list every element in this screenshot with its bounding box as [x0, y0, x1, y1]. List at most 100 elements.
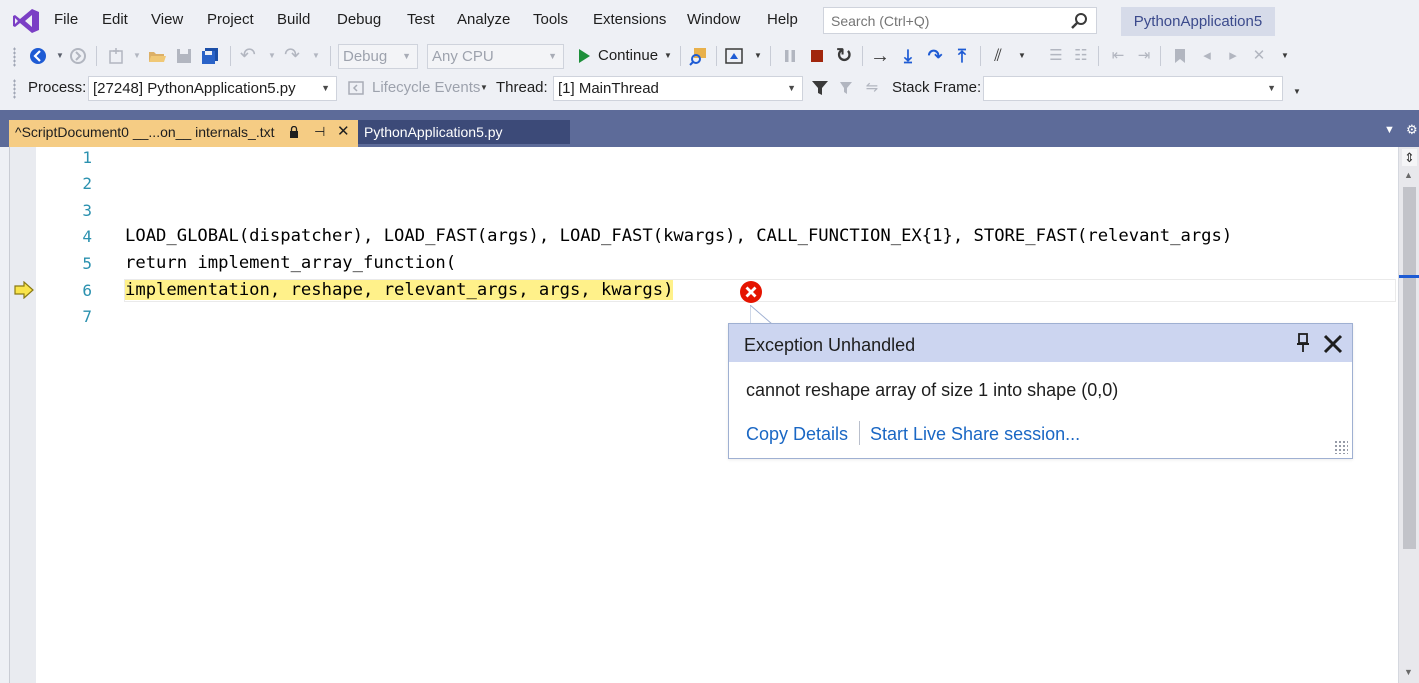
redo-icon[interactable]: ↷	[282, 46, 302, 66]
chevron-down-icon[interactable]: ▼	[658, 46, 678, 66]
vertical-scrollbar[interactable]: ⇕ ▲ ▼	[1398, 147, 1419, 683]
stop-icon[interactable]	[807, 46, 827, 66]
toolbar-separator	[770, 46, 771, 66]
instruction-pointer-icon[interactable]	[13, 281, 35, 299]
indicator-margin[interactable]	[10, 147, 36, 683]
chevron-down-icon[interactable]: ▼	[262, 46, 282, 66]
resize-grip[interactable]	[1334, 440, 1348, 454]
chevron-down-icon[interactable]: ▼	[306, 46, 326, 66]
solution-name-badge[interactable]: PythonApplication5	[1121, 7, 1275, 36]
thread-combo[interactable]: [1] MainThread ▼	[553, 76, 803, 101]
tab-dropdown-icon[interactable]: ▼	[1384, 124, 1395, 136]
search-box[interactable]	[823, 7, 1097, 34]
step-into-icon[interactable]: ⤓	[898, 46, 918, 66]
previous-bookmark-icon[interactable]: ◂	[1197, 46, 1217, 66]
exception-header: Exception Unhandled	[729, 324, 1352, 362]
show-next-statement-icon[interactable]: →	[870, 46, 890, 66]
search-input[interactable]	[824, 8, 1054, 33]
chevron-down-icon[interactable]: ▼	[474, 78, 494, 98]
toolbar-grip[interactable]	[13, 79, 16, 99]
toggle-external-code-icon[interactable]: ⇋	[862, 78, 882, 98]
browser-link-icon[interactable]	[724, 46, 744, 66]
bookmark-icon[interactable]	[1170, 46, 1190, 66]
decrease-indent-icon[interactable]: ⇤	[1108, 46, 1128, 66]
visual-studio-logo-icon[interactable]	[12, 8, 40, 34]
undo-icon[interactable]: ↶	[238, 46, 258, 66]
toolbar-separator	[330, 46, 331, 66]
new-project-icon[interactable]	[106, 46, 126, 66]
copy-details-link[interactable]: Copy Details	[746, 424, 848, 445]
menu-test[interactable]: Test	[407, 11, 435, 28]
step-out-icon[interactable]: ⤒	[952, 46, 972, 66]
tab-pythonapplication5[interactable]: PythonApplication5.py	[358, 120, 570, 144]
pause-icon[interactable]	[780, 46, 800, 66]
stack-frame-combo[interactable]: ▼	[983, 76, 1283, 101]
menu-build[interactable]: Build	[277, 11, 310, 28]
restart-icon[interactable]: ↻	[834, 46, 854, 66]
pin-icon[interactable]	[1295, 332, 1311, 354]
toolbar-overflow-icon[interactable]: ▼	[1275, 46, 1295, 66]
increase-indent-icon[interactable]: ⇥	[1134, 46, 1154, 66]
menu-file[interactable]: File	[54, 11, 78, 28]
gear-icon[interactable]: ⚙	[1406, 122, 1418, 138]
line-number: 2	[82, 174, 92, 193]
menu-tools[interactable]: Tools	[533, 11, 568, 28]
clear-bookmarks-icon[interactable]: ✕	[1249, 46, 1269, 66]
exception-title: Exception Unhandled	[744, 335, 916, 355]
navigate-forward-icon[interactable]	[68, 46, 88, 66]
menu-help[interactable]: Help	[767, 11, 798, 28]
tab-script-document[interactable]: ^ScriptDocument0 __...on__ internals_.tx…	[9, 120, 358, 147]
platform-combo[interactable]: Any CPU ▼	[427, 44, 564, 69]
menu-view[interactable]: View	[151, 11, 183, 28]
lifecycle-events-icon[interactable]	[346, 78, 366, 98]
lifecycle-events-button[interactable]: Lifecycle Events	[372, 79, 480, 96]
process-combo[interactable]: [27248] PythonApplication5.py ▼	[88, 76, 337, 101]
error-icon[interactable]	[739, 280, 763, 304]
live-share-link[interactable]: Start Live Share session...	[870, 424, 1080, 445]
solution-config-combo[interactable]: Debug ▼	[338, 44, 418, 69]
continue-button[interactable]: Continue	[598, 47, 658, 64]
step-over-icon[interactable]: ↷	[925, 46, 945, 66]
next-bookmark-icon[interactable]: ▸	[1223, 46, 1243, 66]
close-tab-icon[interactable]: ✕	[337, 120, 350, 144]
toolbar-separator	[716, 46, 717, 66]
process-value: [27248] PythonApplication5.py	[93, 80, 296, 97]
menu-analyze[interactable]: Analyze	[457, 11, 510, 28]
uncomment-icon[interactable]: ☷	[1071, 46, 1091, 66]
open-folder-icon[interactable]	[147, 46, 167, 66]
standard-toolbar: ▼ ▼ ↶ ▼ ↷ ▼ Debug ▼ Any CPU ▼ Continue ▼…	[0, 40, 1419, 72]
hex-display-icon[interactable]: ⫽	[988, 46, 1008, 66]
menu-edit[interactable]: Edit	[102, 11, 128, 28]
splitter-icon[interactable]: ⇕	[1402, 149, 1417, 166]
menu-project[interactable]: Project	[207, 11, 254, 28]
close-icon[interactable]	[1322, 333, 1344, 355]
toolbar-separator	[980, 46, 981, 66]
search-icon[interactable]	[1070, 12, 1088, 30]
code-line[interactable]: return implement_array_function(	[125, 253, 456, 273]
navigate-back-icon[interactable]	[28, 46, 48, 66]
toolbar-overflow-icon[interactable]: ▼	[1287, 82, 1307, 102]
toolbar-separator	[1160, 46, 1161, 66]
scroll-down-icon[interactable]: ▼	[1404, 667, 1413, 677]
code-line-current[interactable]: implementation, reshape, relevant_args, …	[125, 280, 674, 300]
save-icon[interactable]	[174, 46, 194, 66]
toolbar-grip[interactable]	[13, 47, 16, 67]
menu-debug[interactable]: Debug	[337, 11, 381, 28]
flag-threads-icon[interactable]	[836, 78, 856, 98]
scrollbar-thumb[interactable]	[1403, 187, 1416, 549]
code-line[interactable]: LOAD_GLOBAL(dispatcher), LOAD_FAST(args)…	[125, 226, 1232, 246]
menu-extensions[interactable]: Extensions	[593, 11, 666, 28]
filter-icon[interactable]	[810, 78, 830, 98]
document-tab-well: ^ScriptDocument0 __...on__ internals_.tx…	[0, 110, 1419, 147]
pin-tab-icon[interactable]: ⊣	[314, 120, 325, 144]
play-icon[interactable]	[574, 46, 594, 66]
comment-icon[interactable]: ☰	[1046, 46, 1066, 66]
chevron-down-icon[interactable]: ▼	[1012, 46, 1032, 66]
menu-window[interactable]: Window	[687, 11, 740, 28]
chevron-down-icon[interactable]: ▼	[50, 46, 70, 66]
save-all-icon[interactable]	[200, 46, 220, 66]
chevron-down-icon[interactable]: ▼	[748, 46, 768, 66]
scroll-up-icon[interactable]: ▲	[1404, 170, 1413, 180]
chevron-down-icon[interactable]: ▼	[127, 46, 147, 66]
find-in-files-icon[interactable]	[688, 46, 708, 66]
